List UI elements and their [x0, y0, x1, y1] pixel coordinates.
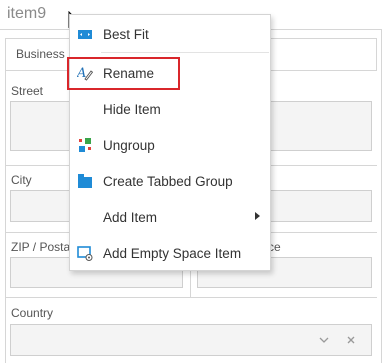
menu-item-label: Create Tabbed Group	[103, 174, 233, 189]
menu-item-label: Add Empty Space Item	[103, 246, 242, 261]
submenu-arrow-icon	[255, 212, 260, 220]
menu-separator	[101, 52, 269, 53]
country-label: Country	[11, 306, 54, 320]
menu-item-ungroup[interactable]: Ungroup	[70, 128, 270, 162]
group-title[interactable]: item9	[7, 5, 46, 23]
tab-business[interactable]: Business	[16, 47, 65, 61]
menu-item-label: Hide Item	[103, 102, 161, 117]
empty-space-icon	[77, 246, 93, 261]
menu-item-label: Best Fit	[103, 27, 149, 42]
city-label: City	[11, 173, 32, 187]
field-divider	[5, 70, 6, 363]
menu-item-add-empty-space-item[interactable]: Add Empty Space Item	[70, 236, 270, 270]
context-menu: Best Fit A Rename Hide Item Ungroup Crea…	[67, 14, 271, 271]
menu-item-hide-item[interactable]: Hide Item	[70, 92, 270, 126]
menu-item-label: Rename	[103, 66, 155, 81]
tabbed-group-icon	[78, 174, 92, 188]
best-fit-icon	[78, 30, 92, 39]
ungroup-icon	[79, 138, 91, 152]
zip-label: ZIP / Postal	[11, 240, 73, 254]
menu-item-best-fit[interactable]: Best Fit	[70, 17, 270, 51]
menu-item-label: Add Item	[103, 210, 158, 225]
field-divider	[5, 297, 377, 298]
menu-item-create-tabbed-group[interactable]: Create Tabbed Group	[70, 164, 270, 198]
menu-item-label: Ungroup	[103, 138, 155, 153]
rename-icon: A	[77, 66, 93, 81]
menu-item-add-item[interactable]: Add Item	[70, 200, 270, 234]
close-icon[interactable]	[346, 335, 356, 345]
chevron-down-icon[interactable]	[318, 335, 330, 345]
menu-item-rename[interactable]: A Rename	[67, 56, 270, 90]
street-label: Street	[11, 84, 44, 98]
layout-control: item9 Business Street City ZIP / Postal …	[0, 0, 383, 363]
